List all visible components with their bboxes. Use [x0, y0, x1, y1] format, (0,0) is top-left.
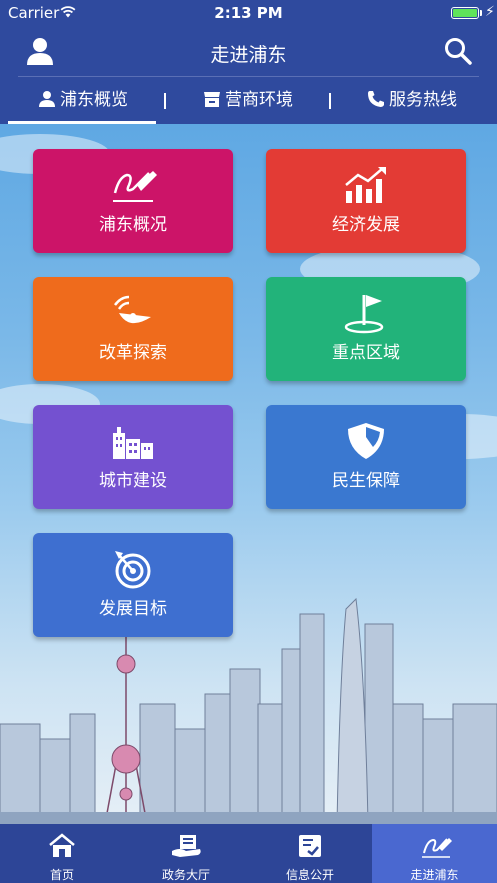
tile-label: 城市建设 [99, 471, 167, 491]
bottom-tab-label: 走进浦东 [410, 868, 459, 882]
tab-pudong-overview[interactable]: 浦东概览 [38, 78, 128, 124]
tile-key-areas[interactable]: 重点区域 [266, 277, 466, 381]
tab-separator [329, 93, 331, 109]
tile-development-goals[interactable]: 发展目标 [33, 533, 233, 637]
bottom-tab-home[interactable]: 首页 [0, 824, 124, 883]
bottom-tab-information-disclosure[interactable]: 信息公开 [248, 824, 372, 883]
buildings-icon [113, 427, 153, 459]
bottom-tab-label: 信息公开 [285, 868, 334, 882]
status-time: 2:13 PM [214, 4, 283, 22]
nav-divider [18, 76, 479, 77]
tab-label: 浦东概览 [60, 90, 128, 110]
battery-icon [451, 7, 479, 19]
tile-livelihood-security[interactable]: 民生保障 [266, 405, 466, 509]
tile-reform-exploration[interactable]: 改革探索 [33, 277, 233, 381]
tab-label: 服务热线 [389, 90, 457, 110]
search-icon[interactable] [442, 35, 474, 67]
person-icon [39, 91, 55, 107]
nav-bar: 走进浦东 [0, 26, 497, 76]
phone-icon [368, 91, 384, 107]
tile-label: 发展目标 [99, 599, 167, 619]
signature-pen-icon [422, 838, 452, 858]
satellite-dish-icon [114, 295, 151, 324]
hand-document-icon [172, 835, 201, 857]
store-icon [204, 92, 220, 107]
checklist-icon [299, 835, 321, 857]
tab-label: 营商环境 [225, 90, 293, 110]
shield-icon [348, 423, 384, 459]
target-icon [115, 551, 151, 589]
bottom-tab-explore-pudong[interactable]: 走进浦东 [372, 824, 497, 883]
tile-urban-construction[interactable]: 城市建设 [33, 405, 233, 509]
tile-economic-development[interactable]: 经济发展 [266, 149, 466, 253]
charging-icon: ⚡ [485, 4, 495, 20]
location-flag-icon [344, 295, 384, 334]
battery-tip [480, 10, 482, 16]
tile-label: 经济发展 [332, 215, 400, 235]
tile-label: 民生保障 [332, 471, 400, 491]
tile-label: 改革探索 [99, 343, 167, 363]
signature-pen-icon [113, 171, 157, 202]
tile-label: 重点区域 [332, 343, 400, 363]
tab-service-hotline[interactable]: 服务热线 [367, 78, 457, 124]
main-content: 浦东概况 经济发展 改革探索 重点区域 城市建设 民生保障 发展目标 [0, 124, 497, 824]
bottom-tab-government-hall[interactable]: 政务大厅 [124, 824, 248, 883]
bottom-tab-label: 政务大厅 [161, 868, 210, 882]
bottom-tab-label: 首页 [49, 868, 74, 882]
top-header: Carrier 2:13 PM ⚡ 走进浦东 浦东概览 营商环境 服务热线 [0, 0, 497, 124]
growth-chart-icon [345, 167, 386, 203]
tile-label: 浦东概况 [99, 215, 167, 235]
page-title: 走进浦东 [210, 44, 287, 66]
home-icon [49, 833, 75, 857]
tile-pudong-overview[interactable]: 浦东概况 [33, 149, 233, 253]
sub-tab-bar: 浦东概览 营商环境 服务热线 [0, 78, 497, 124]
bottom-tab-bar: 首页 政务大厅 信息公开 走进浦东 [0, 824, 497, 883]
tab-business-environment[interactable]: 营商环境 [203, 78, 293, 124]
tab-separator [164, 93, 166, 109]
status-bar: Carrier 2:13 PM ⚡ [0, 0, 497, 26]
